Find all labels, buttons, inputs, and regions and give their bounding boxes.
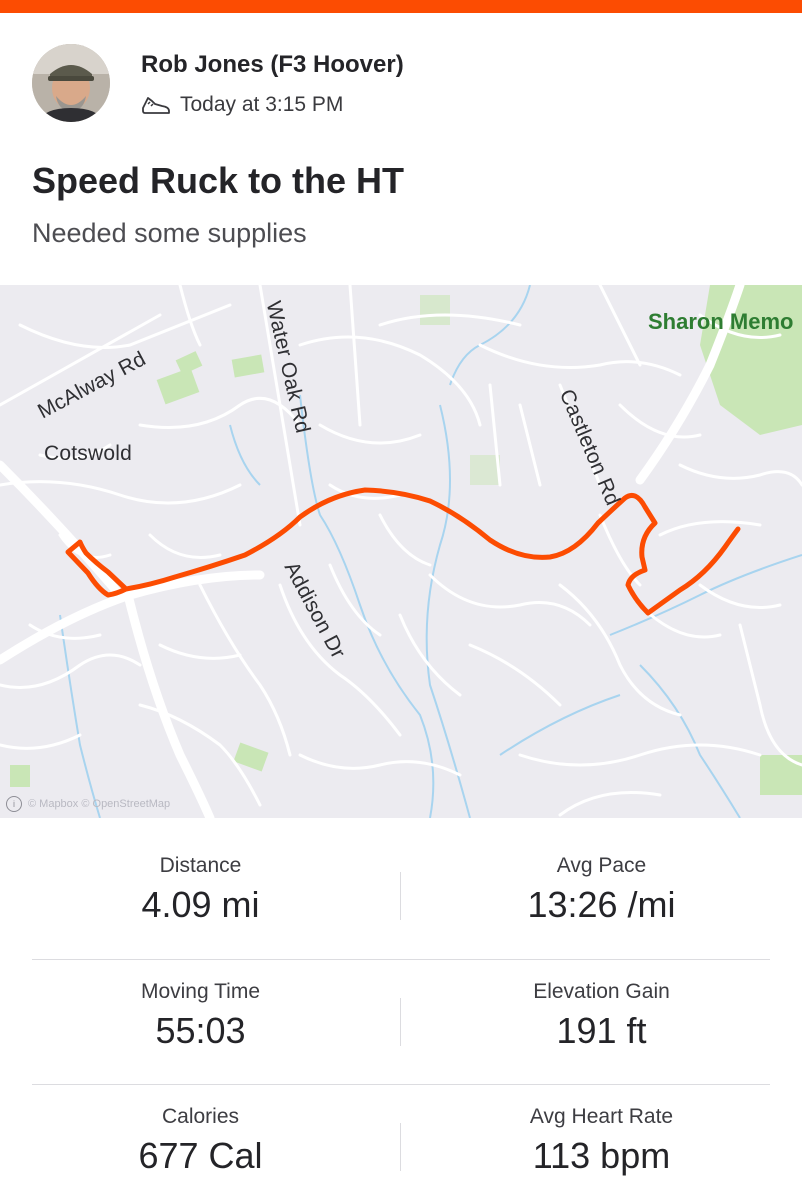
stat-label: Avg Pace xyxy=(556,854,647,877)
stats-row-1: Distance 4.09 mi Avg Pace 13:26 /mi xyxy=(0,830,802,956)
route-map[interactable]: McAlway Rd Water Oak Rd Cotswold Castlet… xyxy=(0,285,802,818)
stat-value: 677 Cal xyxy=(138,1135,263,1176)
map-attribution-text: © Mapbox © OpenStreetMap xyxy=(28,798,171,810)
stat-value: 4.09 mi xyxy=(141,884,260,925)
activity-title[interactable]: Speed Ruck to the HT xyxy=(32,160,404,202)
map-label-cotswold: Cotswold xyxy=(44,442,132,465)
avatar[interactable] xyxy=(32,44,110,122)
shoe-icon xyxy=(142,97,170,114)
stat-label: Moving Time xyxy=(140,980,261,1003)
stat-avg-heart-rate: Avg Heart Rate 113 bpm xyxy=(401,1081,802,1177)
profile-photo-icon xyxy=(32,44,110,122)
stat-value: 55:03 xyxy=(155,1010,246,1051)
info-circle-icon[interactable]: i xyxy=(6,796,22,812)
stat-moving-time: Moving Time 55:03 xyxy=(0,956,401,1052)
stat-label: Avg Heart Rate xyxy=(529,1105,674,1128)
top-accent-bar xyxy=(0,0,802,13)
stat-value: 191 ft xyxy=(556,1010,647,1051)
activity-timestamp: Today at 3:15 PM xyxy=(180,93,344,116)
stat-value: 13:26 /mi xyxy=(527,884,676,925)
map-label-sharon: Sharon Memo xyxy=(648,309,794,334)
stat-distance: Distance 4.09 mi xyxy=(0,830,401,926)
activity-meta: Today at 3:15 PM xyxy=(140,89,343,121)
map-attribution[interactable]: i © Mapbox © OpenStreetMap xyxy=(6,796,170,812)
route-line xyxy=(65,487,741,616)
stat-label: Calories xyxy=(161,1105,240,1128)
stat-avg-pace: Avg Pace 13:26 /mi xyxy=(401,830,802,926)
stat-value: 113 bpm xyxy=(532,1135,671,1176)
stat-elevation-gain: Elevation Gain 191 ft xyxy=(401,956,802,1052)
activity-description: Needed some supplies xyxy=(32,218,307,248)
stat-label: Distance xyxy=(159,854,242,877)
athlete-name[interactable]: Rob Jones (F3 Hoover) xyxy=(141,51,404,79)
stat-label: Elevation Gain xyxy=(533,980,670,1003)
stats-row-3: Calories 677 Cal Avg Heart Rate 113 bpm xyxy=(0,1081,802,1200)
stat-calories: Calories 677 Cal xyxy=(0,1081,401,1177)
stats-row-2: Moving Time 55:03 Elevation Gain 191 ft xyxy=(0,956,802,1082)
